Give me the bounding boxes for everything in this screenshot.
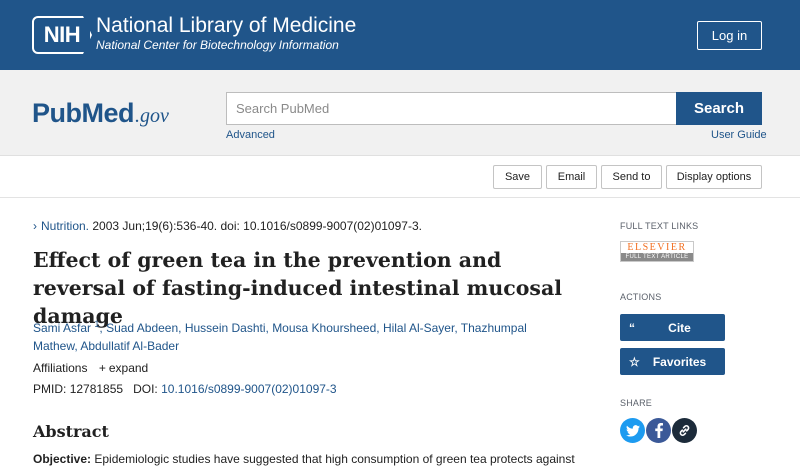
- affiliation-number[interactable]: 1: [94, 319, 99, 329]
- pubmed-logo-pub: Pub: [32, 98, 82, 128]
- affiliations-label: Affiliations: [33, 361, 88, 375]
- journal-link[interactable]: Nutrition.: [41, 219, 89, 233]
- identifiers: PMID: 12781855 DOI: 10.1016/s0899-9007(0…: [33, 382, 337, 396]
- citation-text: 2003 Jun;19(6):536-40. doi: 10.1016/s089…: [92, 219, 422, 233]
- send-to-button[interactable]: Send to: [601, 165, 662, 189]
- search-input[interactable]: [226, 92, 677, 125]
- twitter-icon[interactable]: [620, 418, 645, 443]
- cite-button[interactable]: “ Cite: [620, 314, 725, 341]
- elsevier-full-text-link[interactable]: ELSEVIER FULL TEXT ARTICLE: [620, 241, 694, 262]
- nih-subtitle: National Center for Biotechnology Inform…: [96, 38, 339, 52]
- cite-label: Cite: [668, 320, 691, 335]
- favorites-button[interactable]: ☆ Favorites: [620, 348, 725, 375]
- advanced-search-link[interactable]: Advanced: [226, 129, 275, 141]
- affiliations-toggle[interactable]: Affiliations + expand: [33, 361, 148, 375]
- journal-citation: › Nutrition. 2003 Jun;19(6):536-40. doi: …: [33, 219, 422, 233]
- search-button[interactable]: Search: [676, 92, 762, 125]
- pubmed-logo-gov: .gov: [135, 105, 169, 127]
- abstract-heading: Abstract: [33, 422, 109, 441]
- nih-logo[interactable]: NIH: [32, 16, 92, 54]
- author-link[interactable]: Abdullatif Al-Bader: [80, 339, 179, 353]
- actions-heading: ACTIONS: [620, 292, 662, 302]
- full-text-links-heading: FULL TEXT LINKS: [620, 221, 699, 231]
- display-options-button[interactable]: Display options: [666, 165, 762, 189]
- pmid-value: 12781855: [69, 382, 124, 396]
- save-button[interactable]: Save: [493, 165, 542, 189]
- chain-link-icon: [679, 425, 690, 436]
- author-link[interactable]: Mousa Khoursheed: [272, 321, 376, 335]
- email-button[interactable]: Email: [546, 165, 597, 189]
- objective-text: Epidemiologic studies have suggested tha…: [94, 452, 575, 466]
- chevron-right-icon[interactable]: ›: [33, 219, 37, 233]
- elsevier-full-text-label: FULL TEXT ARTICLE: [621, 253, 693, 261]
- abstract-text: Objective: Epidemiologic studies have su…: [33, 452, 593, 466]
- pubmed-logo[interactable]: Pub Med .gov: [32, 98, 169, 132]
- pmid-label: PMID:: [33, 382, 67, 396]
- author-link[interactable]: Hussein Dashti: [185, 321, 266, 335]
- toolbar-divider: [0, 197, 800, 198]
- facebook-f-icon: [654, 423, 663, 438]
- objective-label: Objective:: [33, 452, 92, 466]
- author-link[interactable]: Suad Abdeen: [106, 321, 178, 335]
- elsevier-logo-text: ELSEVIER: [627, 242, 687, 253]
- doi-label: DOI:: [133, 382, 158, 396]
- link-icon[interactable]: [672, 418, 697, 443]
- share-heading: SHARE: [620, 398, 653, 408]
- nih-title[interactable]: National Library of Medicine: [96, 14, 356, 38]
- doi-link[interactable]: 10.1016/s0899-9007(02)01097-3: [161, 382, 336, 396]
- twitter-bird-icon: [625, 424, 640, 437]
- plus-icon: +: [98, 361, 106, 375]
- favorites-label: Favorites: [652, 354, 707, 369]
- author-link[interactable]: Hilal Al-Sayer: [383, 321, 454, 335]
- author-list: Sami Asfar 1, Suad Abdeen, Hussein Dasht…: [33, 319, 527, 353]
- author-link[interactable]: Sami Asfar: [33, 321, 91, 335]
- user-guide-link[interactable]: User Guide: [711, 129, 767, 141]
- pubmed-logo-med: Med: [81, 98, 135, 128]
- facebook-icon[interactable]: [646, 418, 671, 443]
- expand-label: expand: [108, 361, 149, 375]
- login-button[interactable]: Log in: [697, 21, 762, 50]
